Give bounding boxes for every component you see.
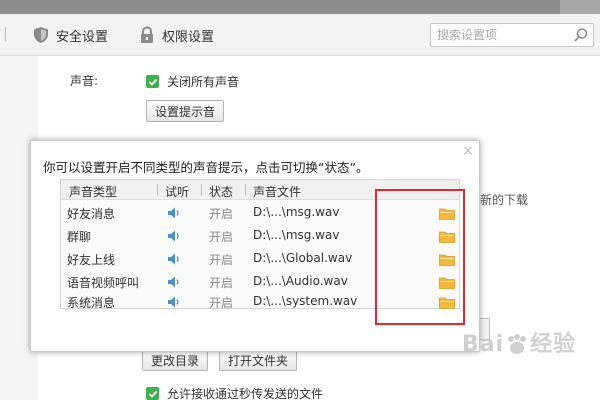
sound-type: 语音视频呼叫 [67, 276, 140, 290]
column-header-type: 声音类型 [69, 185, 118, 199]
speaker-icon[interactable] [167, 206, 181, 220]
mute-all-label: 关闭所有声音 [167, 75, 240, 89]
sound-type: 群聊 [67, 230, 92, 244]
tab-permission-settings[interactable]: 权限设置 [138, 24, 214, 46]
search-box[interactable] [430, 23, 594, 47]
column-separator [157, 184, 158, 196]
tab-security-label: 安全设置 [56, 29, 109, 45]
lock-icon [141, 26, 153, 43]
change-dir-button[interactable]: 更改目录 [142, 349, 209, 371]
sound-type: 好友上线 [67, 253, 116, 267]
sound-settings-dialog: × 你可以设置开启不同类型的声音提示，点击可切换“状态”。 声音类型 试听 状态… [30, 140, 480, 352]
close-icon[interactable]: × [462, 143, 474, 159]
speaker-icon[interactable] [167, 275, 181, 289]
sound-label: 声音: [70, 74, 99, 88]
dialog-description: 你可以设置开启不同类型的声音提示，点击可切换“状态”。 [43, 160, 369, 175]
shield-icon [34, 27, 48, 43]
speaker-icon[interactable] [167, 252, 181, 266]
sound-file-path: D:\...\msg.wav [253, 228, 340, 242]
annotation-highlight-box [375, 189, 465, 325]
watermark-text: Bai [462, 332, 505, 357]
sound-type: 系统消息 [67, 296, 116, 310]
paw-icon [508, 334, 527, 354]
settings-toolbar: 安全设置 权限设置 [0, 14, 600, 56]
window-titlebar [0, 0, 600, 14]
download-setting-text: 新的下载 [480, 193, 529, 207]
sound-type: 好友消息 [67, 207, 116, 221]
checkbox-checked-icon [146, 75, 159, 88]
search-input[interactable] [437, 28, 567, 42]
allow-flash-transfer-label: 允许接收通过秒传发送的文件 [167, 387, 324, 400]
status-toggle[interactable]: 开启 [209, 274, 233, 291]
toolbar-edge-tab[interactable] [0, 27, 6, 41]
search-icon[interactable] [573, 27, 589, 43]
speaker-icon[interactable] [167, 295, 181, 309]
column-header-status: 状态 [209, 185, 234, 199]
status-toggle[interactable]: 开启 [209, 205, 233, 222]
sound-file-path: D:\...\system.wav [253, 294, 358, 308]
checkbox-checked-icon [146, 387, 159, 400]
titlebar-corner [560, 0, 600, 14]
sound-file-path: D:\...\msg.wav [253, 205, 340, 219]
status-toggle[interactable]: 开启 [209, 251, 233, 268]
open-folder-button[interactable]: 打开文件夹 [219, 349, 298, 371]
watermark-text-2: 经验 [530, 332, 577, 357]
speaker-icon[interactable] [167, 229, 181, 243]
allow-flash-transfer-checkbox[interactable]: 允许接收通过秒传发送的文件 [146, 385, 323, 400]
tab-security-settings[interactable]: 安全设置 [32, 24, 108, 46]
set-tone-button[interactable]: 设置提示音 [146, 100, 225, 122]
column-separator [245, 184, 246, 196]
status-toggle[interactable]: 开启 [209, 228, 233, 245]
sound-file-path: D:\...\Audio.wav [253, 274, 348, 288]
column-separator [201, 184, 202, 196]
status-toggle[interactable]: 开启 [209, 294, 233, 311]
column-header-file: 声音文件 [253, 185, 302, 199]
column-header-preview: 试听 [165, 185, 190, 199]
tab-permission-label: 权限设置 [162, 29, 215, 45]
sound-file-path: D:\...\Global.wav [253, 251, 353, 265]
mute-all-checkbox[interactable]: 关闭所有声音 [146, 73, 239, 90]
watermark-logo: Bai 经验 [462, 326, 576, 358]
